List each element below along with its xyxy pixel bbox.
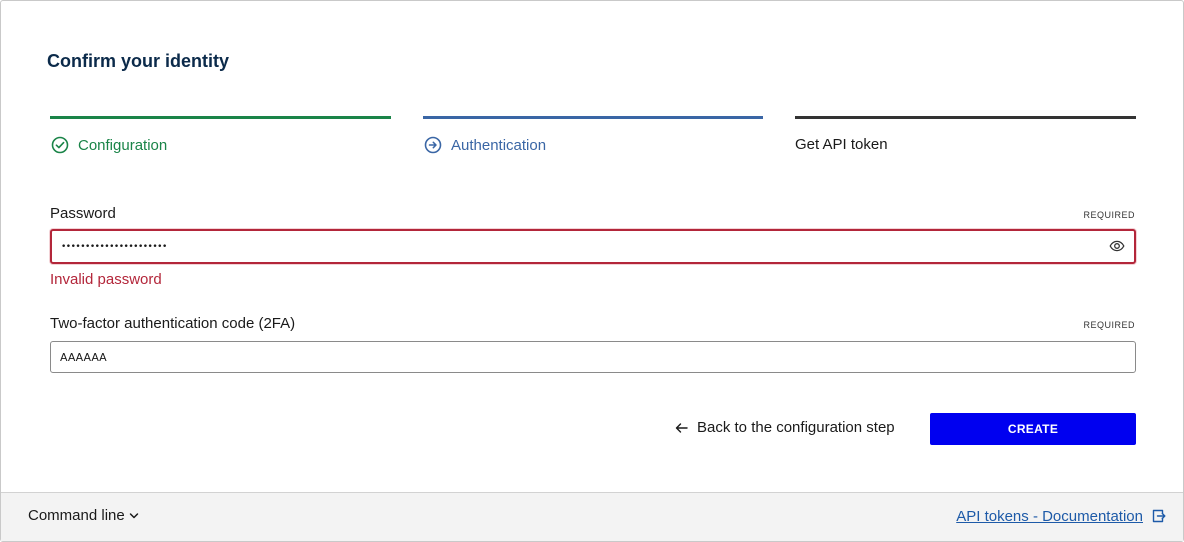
password-label: Password (50, 205, 116, 222)
step-label: Authentication (451, 136, 547, 154)
step-progress-bar (795, 116, 1136, 119)
password-value: •••••••••••••••••••••• (61, 241, 167, 252)
chevron-down-icon (129, 512, 138, 518)
step-get-api-token: Get API token (795, 116, 1136, 166)
twofa-label: Two-factor authentication code (2FA) (50, 315, 296, 332)
step-label: Get API token (795, 136, 888, 153)
api-tokens-documentation-link[interactable]: API tokens - Documentation (956, 508, 1143, 525)
step-configuration: Configuration (50, 116, 391, 166)
back-link-label: Back to the configuration step (697, 419, 895, 436)
external-link-icon[interactable] (1152, 509, 1166, 528)
back-to-configuration-link[interactable]: Back to the configuration step (675, 419, 895, 436)
twofa-required-badge: REQUIRED (1083, 320, 1135, 330)
create-button[interactable]: CREATE (930, 413, 1136, 445)
twofa-code-field[interactable]: AAAAAA (50, 341, 1136, 373)
step-progress-bar (423, 116, 763, 119)
step-label: Configuration (78, 136, 168, 154)
twofa-value: AAAAAA (60, 350, 107, 364)
command-line-toggle[interactable]: Command line (28, 507, 139, 524)
step-progress-bar (50, 116, 391, 119)
check-circle-icon (51, 136, 69, 154)
arrow-circle-icon (424, 136, 442, 154)
step-authentication: Authentication (423, 116, 763, 166)
arrow-left-icon (675, 422, 688, 433)
command-line-label: Command line (28, 507, 125, 524)
identity-panel: Confirm your identity Configuration Auth… (0, 0, 1184, 542)
footer-bar: Command line API tokens - Documentation (1, 492, 1183, 541)
password-error-message: Invalid password (50, 271, 162, 288)
eye-icon[interactable] (1109, 238, 1125, 257)
page-title: Confirm your identity (47, 51, 230, 71)
password-field[interactable]: •••••••••••••••••••••• (50, 229, 1136, 264)
password-required-badge: REQUIRED (1083, 210, 1135, 220)
